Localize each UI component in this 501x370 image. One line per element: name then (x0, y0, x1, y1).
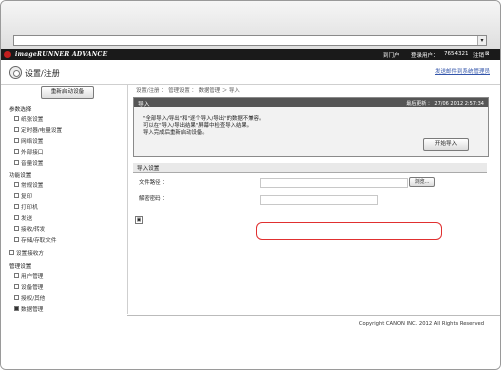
sidebar-item-copy[interactable]: 复印 (14, 192, 33, 200)
bullet-icon (14, 116, 19, 121)
import-settings: 导入设置 文件路径 ： 浏览... 解密密码 ： (133, 163, 487, 213)
copyright: Copyright CANON INC. 2012 All Rights Res… (358, 321, 484, 327)
sidebar-item-network[interactable]: 网络设置 (14, 137, 44, 145)
settings-gear-icon (9, 66, 22, 79)
sidebar-item-label: 接收/转发 (21, 227, 46, 233)
sidebar-item-label: 数据管理 (21, 307, 44, 313)
breadcrumb: 设置/注册 ： 管理设置 ： 数据管理 ＞ 导入 (136, 88, 240, 94)
sidebar-item-label: 设置接收方 (16, 251, 44, 257)
login-user-label: 登录用户： (411, 53, 439, 59)
sidebar-item-data-management[interactable]: 数据管理 (14, 305, 44, 313)
sidebar-divider (127, 84, 128, 314)
import-message: 导入完成后重新启动设备。 (143, 130, 208, 136)
bullet-icon (14, 182, 19, 187)
sidebar-item-paper-settings[interactable]: 纸张设置 (14, 115, 44, 123)
sidebar-item-general[interactable]: 常规设置 (14, 181, 44, 189)
bullet-icon (14, 284, 19, 289)
sidebar-item-license-other[interactable]: 授权/其他 (14, 294, 46, 302)
import-settings-header: 导入设置 (133, 163, 487, 173)
browse-button[interactable]: 浏览... (409, 177, 435, 187)
sidebar-item-label: 发送 (21, 216, 33, 222)
sidebar-item-label: 用户管理 (21, 274, 44, 280)
canon-logo-icon (4, 51, 11, 58)
sidebar-item-label: 外部接口 (21, 150, 44, 156)
sidebar-item-destination[interactable]: 设置接收方 (9, 249, 44, 257)
brand-name: imageRUNNER ADVANCE (15, 51, 108, 58)
sidebar-item-external-interface[interactable]: 外部接口 (14, 148, 44, 156)
bullet-icon (14, 226, 19, 231)
sidebar-item-device-management[interactable]: 设备管理 (14, 283, 44, 291)
bullet-icon (14, 204, 19, 209)
page-top-icon[interactable]: ▣ (135, 216, 143, 224)
sidebar-item-timer-energy[interactable]: 定时器/电量设置 (14, 126, 63, 134)
sidebar-item-label: 复印 (21, 194, 33, 200)
highlight-annotation (256, 222, 442, 240)
page-title: 设置/注册 (25, 69, 60, 78)
sidebar-section-function-settings[interactable]: 功能设置 (9, 171, 31, 179)
sidebar-section-preferences[interactable]: 参数选择 (9, 105, 31, 113)
sidebar-item-label: 音量设置 (21, 161, 44, 167)
portal-link[interactable]: 到门户 (383, 51, 400, 59)
sidebar-item-label: 存储/存取文件 (21, 238, 57, 244)
bullet-icon (14, 295, 19, 300)
sidebar-item-send[interactable]: 发送 (14, 214, 33, 222)
sidebar-item-label: 打印机 (21, 205, 38, 211)
sidebar-item-store-access-files[interactable]: 存储/存取文件 (14, 236, 57, 244)
browser-toolbar: ▾ (1, 1, 500, 50)
sidebar-item-label: 设备管理 (21, 285, 44, 291)
last-updated: 最后更新 ： 27/06 2012 2:57:34 (406, 101, 484, 107)
decrypt-password-label: 解密密码 ： (139, 196, 168, 202)
restart-device-button[interactable]: 重新启动设备 (41, 86, 94, 99)
sidebar-item-label: 纸张设置 (21, 117, 44, 123)
bullet-icon (14, 138, 19, 143)
sidebar-item-receive-forward[interactable]: 接收/转发 (14, 225, 46, 233)
import-panel-header: 导入 最后更新 ： 27/06 2012 2:57:34 (134, 98, 488, 108)
sidebar-item-label: 网络设置 (21, 139, 44, 145)
sidebar-item-label: 常规设置 (21, 183, 44, 189)
sidebar-item-printer[interactable]: 打印机 (14, 203, 38, 211)
brand-bar: imageRUNNER ADVANCE 到门户 登录用户： 7654321 注销… (1, 49, 500, 60)
bullet-icon (14, 215, 19, 220)
file-path-input[interactable] (260, 178, 408, 188)
bullet-icon (14, 160, 19, 165)
bullet-icon (14, 306, 19, 311)
file-path-label: 文件路径 ： (139, 180, 168, 186)
import-panel-title: 导入 (138, 102, 150, 108)
bullet-icon (14, 273, 19, 278)
import-panel: 导入 最后更新 ： 27/06 2012 2:57:34 "全部导入/导出"和"… (133, 97, 489, 157)
bullet-icon (14, 193, 19, 198)
login-user: 7654321 (444, 51, 469, 57)
import-settings-title: 导入设置 (137, 166, 160, 172)
page-content: imageRUNNER ADVANCE 到门户 登录用户： 7654321 注销… (1, 49, 500, 369)
address-bar[interactable]: ▾ (13, 35, 487, 46)
sidebar-item-label: 定时器/电量设置 (21, 128, 63, 134)
email-admin-link[interactable]: 发送邮件到系统管理员 (435, 67, 490, 75)
logout-icon[interactable]: ⊠ (485, 51, 490, 57)
sidebar-item-label: 授权/其他 (21, 296, 46, 302)
bullet-icon (14, 127, 19, 132)
sidebar-section-management[interactable]: 管理设置 (9, 262, 31, 270)
sidebar-item-user-management[interactable]: 用户管理 (14, 272, 44, 280)
footer-divider (127, 315, 500, 316)
sidebar: 参数选择 纸张设置 定时器/电量设置 网络设置 外部接口 音量设置 功能设置 常… (1, 99, 123, 319)
logout-link[interactable]: 注销 (473, 51, 484, 59)
start-import-button[interactable]: 开始导入 (423, 138, 469, 151)
bullet-icon (14, 237, 19, 242)
browser-window: ▾ imageRUNNER ADVANCE 到门户 登录用户： 7654321 … (0, 0, 501, 370)
sidebar-item-volume[interactable]: 音量设置 (14, 159, 44, 167)
bullet-icon (9, 250, 14, 255)
bullet-icon (14, 149, 19, 154)
address-dropdown-icon[interactable]: ▾ (477, 36, 486, 45)
decrypt-password-input[interactable] (260, 195, 378, 205)
page-header: 设置/注册 发送邮件到系统管理员 (1, 60, 500, 85)
